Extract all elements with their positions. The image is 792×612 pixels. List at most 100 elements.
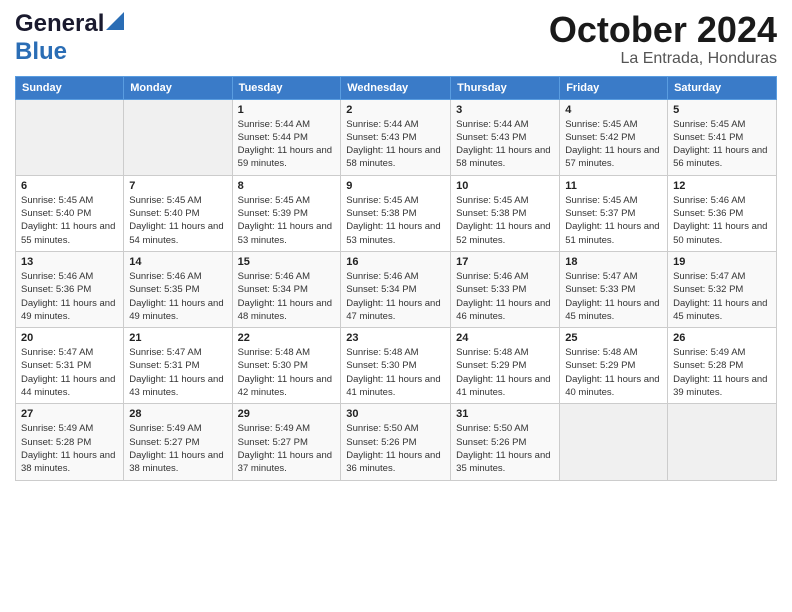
table-row: 10 Sunrise: 5:45 AM Sunset: 5:38 PM Dayli… bbox=[451, 175, 560, 251]
day-info: Sunrise: 5:47 AM Sunset: 5:33 PM Dayligh… bbox=[565, 270, 662, 323]
table-row: 29 Sunrise: 5:49 AM Sunset: 5:27 PM Dayli… bbox=[232, 404, 341, 480]
table-row bbox=[668, 404, 777, 480]
day-info: Sunrise: 5:48 AM Sunset: 5:29 PM Dayligh… bbox=[456, 346, 554, 399]
table-row: 27 Sunrise: 5:49 AM Sunset: 5:28 PM Dayli… bbox=[16, 404, 124, 480]
table-row: 28Sunrise: 5:49 AM Sunset: 5:27 PM Dayli… bbox=[124, 404, 232, 480]
table-row: 21 Sunrise: 5:47 AM Sunset: 5:31 PM Dayli… bbox=[124, 328, 232, 404]
day-number: 31 bbox=[456, 408, 554, 420]
day-number: 10 bbox=[456, 180, 554, 192]
day-info: Sunrise: 5:49 AM Sunset: 5:27 PM Dayligh… bbox=[238, 422, 336, 475]
table-row: 4 Sunrise: 5:45 AM Sunset: 5:42 PM Daylig… bbox=[560, 99, 668, 175]
day-number: 1 bbox=[238, 104, 336, 116]
table-row bbox=[16, 99, 124, 175]
day-info: Sunrise: 5:48 AM Sunset: 5:30 PM Dayligh… bbox=[346, 346, 445, 399]
weekday-row: Sunday Monday Tuesday Wednesday Thursday… bbox=[16, 76, 777, 99]
day-number: 26 bbox=[673, 332, 771, 344]
header-friday: Friday bbox=[560, 76, 668, 99]
table-row: 14 Sunrise: 5:46 AM Sunset: 5:35 PM Dayli… bbox=[124, 251, 232, 327]
day-info: Sunrise: 5:50 AM Sunset: 5:26 PM Dayligh… bbox=[346, 422, 445, 475]
table-row bbox=[560, 404, 668, 480]
calendar-week-row: 20Sunrise: 5:47 AM Sunset: 5:31 PM Dayli… bbox=[16, 328, 777, 404]
day-info: Sunrise: 5:49 AM Sunset: 5:28 PM Dayligh… bbox=[21, 422, 118, 475]
table-row: 23 Sunrise: 5:48 AM Sunset: 5:30 PM Dayli… bbox=[341, 328, 451, 404]
day-info: Sunrise: 5:45 AM Sunset: 5:40 PM Dayligh… bbox=[129, 194, 226, 247]
table-row: 11Sunrise: 5:45 AM Sunset: 5:37 PM Dayli… bbox=[560, 175, 668, 251]
header-saturday: Saturday bbox=[668, 76, 777, 99]
day-info: Sunrise: 5:46 AM Sunset: 5:34 PM Dayligh… bbox=[346, 270, 445, 323]
logo: General Blue bbox=[15, 10, 124, 66]
day-number: 15 bbox=[238, 256, 336, 268]
table-row: 22Sunrise: 5:48 AM Sunset: 5:30 PM Dayli… bbox=[232, 328, 341, 404]
table-row: 26 Sunrise: 5:49 AM Sunset: 5:28 PM Dayli… bbox=[668, 328, 777, 404]
day-info: Sunrise: 5:45 AM Sunset: 5:40 PM Dayligh… bbox=[21, 194, 118, 247]
day-number: 13 bbox=[21, 256, 118, 268]
calendar-table: Sunday Monday Tuesday Wednesday Thursday… bbox=[15, 76, 777, 481]
table-row: 7 Sunrise: 5:45 AM Sunset: 5:40 PM Daylig… bbox=[124, 175, 232, 251]
day-number: 27 bbox=[21, 408, 118, 420]
logo-triangle-icon bbox=[106, 12, 124, 30]
calendar-week-row: 27 Sunrise: 5:49 AM Sunset: 5:28 PM Dayli… bbox=[16, 404, 777, 480]
day-info: Sunrise: 5:45 AM Sunset: 5:39 PM Dayligh… bbox=[238, 194, 336, 247]
day-number: 8 bbox=[238, 180, 336, 192]
table-row: 8 Sunrise: 5:45 AM Sunset: 5:39 PM Daylig… bbox=[232, 175, 341, 251]
day-number: 29 bbox=[238, 408, 336, 420]
table-row: 3 Sunrise: 5:44 AM Sunset: 5:43 PM Daylig… bbox=[451, 99, 560, 175]
day-info: Sunrise: 5:44 AM Sunset: 5:43 PM Dayligh… bbox=[456, 118, 554, 171]
day-info: Sunrise: 5:50 AM Sunset: 5:26 PM Dayligh… bbox=[456, 422, 554, 475]
day-number: 23 bbox=[346, 332, 445, 344]
day-number: 11 bbox=[565, 180, 662, 192]
table-row: 13Sunrise: 5:46 AM Sunset: 5:36 PM Dayli… bbox=[16, 251, 124, 327]
table-row: 25 Sunrise: 5:48 AM Sunset: 5:29 PM Dayli… bbox=[560, 328, 668, 404]
day-number: 25 bbox=[565, 332, 662, 344]
day-info: Sunrise: 5:46 AM Sunset: 5:35 PM Dayligh… bbox=[129, 270, 226, 323]
day-info: Sunrise: 5:45 AM Sunset: 5:38 PM Dayligh… bbox=[346, 194, 445, 247]
day-info: Sunrise: 5:46 AM Sunset: 5:36 PM Dayligh… bbox=[673, 194, 771, 247]
logo-blue: Blue bbox=[15, 38, 67, 65]
day-info: Sunrise: 5:44 AM Sunset: 5:44 PM Dayligh… bbox=[238, 118, 336, 171]
day-number: 30 bbox=[346, 408, 445, 420]
day-number: 21 bbox=[129, 332, 226, 344]
table-row: 5 Sunrise: 5:45 AM Sunset: 5:41 PM Daylig… bbox=[668, 99, 777, 175]
day-number: 3 bbox=[456, 104, 554, 116]
header-wednesday: Wednesday bbox=[341, 76, 451, 99]
header-sunday: Sunday bbox=[16, 76, 124, 99]
day-number: 9 bbox=[346, 180, 445, 192]
calendar-week-row: 13Sunrise: 5:46 AM Sunset: 5:36 PM Dayli… bbox=[16, 251, 777, 327]
day-info: Sunrise: 5:47 AM Sunset: 5:31 PM Dayligh… bbox=[21, 346, 118, 399]
day-number: 14 bbox=[129, 256, 226, 268]
table-row: 24 Sunrise: 5:48 AM Sunset: 5:29 PM Dayli… bbox=[451, 328, 560, 404]
day-number: 17 bbox=[456, 256, 554, 268]
day-number: 19 bbox=[673, 256, 771, 268]
day-number: 6 bbox=[21, 180, 118, 192]
table-row: 16Sunrise: 5:46 AM Sunset: 5:34 PM Dayli… bbox=[341, 251, 451, 327]
day-number: 7 bbox=[129, 180, 226, 192]
day-number: 24 bbox=[456, 332, 554, 344]
day-number: 18 bbox=[565, 256, 662, 268]
day-number: 4 bbox=[565, 104, 662, 116]
table-row: 19 Sunrise: 5:47 AM Sunset: 5:32 PM Dayli… bbox=[668, 251, 777, 327]
day-info: Sunrise: 5:45 AM Sunset: 5:41 PM Dayligh… bbox=[673, 118, 771, 171]
calendar-subtitle: La Entrada, Honduras bbox=[549, 50, 777, 68]
day-info: Sunrise: 5:49 AM Sunset: 5:28 PM Dayligh… bbox=[673, 346, 771, 399]
day-info: Sunrise: 5:48 AM Sunset: 5:29 PM Dayligh… bbox=[565, 346, 662, 399]
day-info: Sunrise: 5:47 AM Sunset: 5:32 PM Dayligh… bbox=[673, 270, 771, 323]
table-row: 20Sunrise: 5:47 AM Sunset: 5:31 PM Dayli… bbox=[16, 328, 124, 404]
day-info: Sunrise: 5:45 AM Sunset: 5:38 PM Dayligh… bbox=[456, 194, 554, 247]
calendar-week-row: 6 Sunrise: 5:45 AM Sunset: 5:40 PM Daylig… bbox=[16, 175, 777, 251]
day-info: Sunrise: 5:45 AM Sunset: 5:42 PM Dayligh… bbox=[565, 118, 662, 171]
table-row: 6 Sunrise: 5:45 AM Sunset: 5:40 PM Daylig… bbox=[16, 175, 124, 251]
table-row bbox=[124, 99, 232, 175]
day-number: 5 bbox=[673, 104, 771, 116]
day-number: 28 bbox=[129, 408, 226, 420]
header: General Blue October 2024 La Entrada, Ho… bbox=[15, 10, 777, 68]
title-block: October 2024 La Entrada, Honduras bbox=[549, 10, 777, 68]
day-info: Sunrise: 5:48 AM Sunset: 5:30 PM Dayligh… bbox=[238, 346, 336, 399]
header-tuesday: Tuesday bbox=[232, 76, 341, 99]
calendar-header: Sunday Monday Tuesday Wednesday Thursday… bbox=[16, 76, 777, 99]
day-number: 2 bbox=[346, 104, 445, 116]
day-info: Sunrise: 5:47 AM Sunset: 5:31 PM Dayligh… bbox=[129, 346, 226, 399]
header-thursday: Thursday bbox=[451, 76, 560, 99]
day-info: Sunrise: 5:46 AM Sunset: 5:34 PM Dayligh… bbox=[238, 270, 336, 323]
day-info: Sunrise: 5:44 AM Sunset: 5:43 PM Dayligh… bbox=[346, 118, 445, 171]
page: General Blue October 2024 La Entrada, Ho… bbox=[0, 0, 792, 612]
